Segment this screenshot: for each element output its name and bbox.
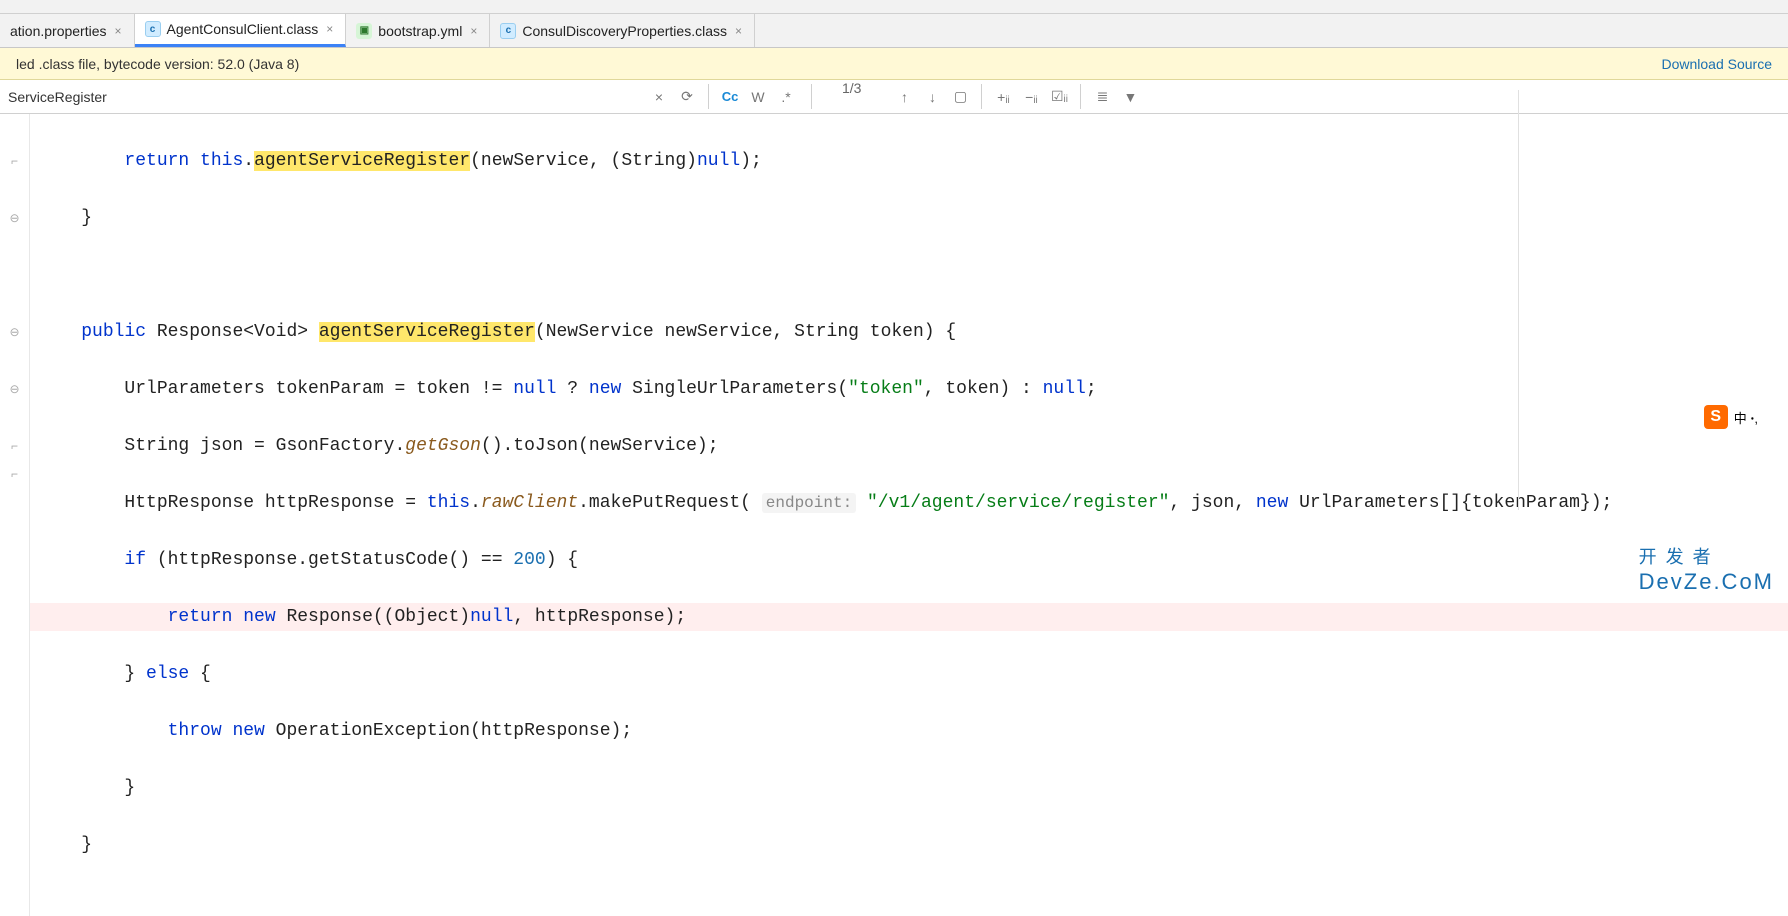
ime-indicator[interactable]: S 中 ꞏ, bbox=[1704, 405, 1758, 429]
remove-selection-icon[interactable]: −ᵢᵢ bbox=[1018, 84, 1044, 110]
class-file-icon: c bbox=[500, 23, 516, 39]
close-icon[interactable]: × bbox=[468, 24, 479, 38]
tab-label: bootstrap.yml bbox=[378, 23, 462, 39]
class-file-icon: c bbox=[145, 21, 161, 37]
regex-button[interactable]: .* bbox=[773, 84, 799, 110]
download-source-link[interactable]: Download Source bbox=[1661, 56, 1772, 72]
find-bar: × ⟳ Cc W .* 1/3 ↑ ↓ ▢ +ᵢᵢ −ᵢᵢ ☑ᵢᵢ ≣ ▼ bbox=[0, 80, 1788, 114]
fold-icon[interactable]: ⊖ bbox=[0, 375, 29, 404]
divider bbox=[811, 84, 812, 109]
next-match-icon[interactable]: ↓ bbox=[919, 84, 945, 110]
match-count: 1/3 bbox=[818, 80, 885, 113]
watermark: 开 发 者 DevZe.CoM bbox=[1639, 543, 1774, 595]
breadcrumb-strip bbox=[0, 0, 1788, 14]
fold-icon[interactable] bbox=[0, 118, 29, 147]
fold-end-icon[interactable]: ⌐ bbox=[0, 147, 29, 176]
select-occurrences-icon[interactable]: ☑ᵢᵢ bbox=[1046, 84, 1072, 110]
code-area[interactable]: return this.agentServiceRegister(newServ… bbox=[30, 114, 1788, 916]
close-icon[interactable]: × bbox=[733, 24, 744, 38]
ime-text: 中 ꞏ, bbox=[1734, 408, 1758, 427]
sogou-icon: S bbox=[1704, 405, 1728, 429]
tab-label: ation.properties bbox=[10, 23, 107, 39]
yml-file-icon: ▣ bbox=[356, 23, 372, 39]
filter-icon[interactable]: ▼ bbox=[1117, 84, 1143, 110]
gutter: ⌐ ⊖ ⊖ ⊖ ⌐ ⌐ bbox=[0, 114, 30, 916]
add-selection-icon[interactable]: +ᵢᵢ bbox=[990, 84, 1016, 110]
tab-label: ConsulDiscoveryProperties.class bbox=[522, 23, 727, 39]
clear-search-icon[interactable]: × bbox=[646, 84, 672, 110]
decompiled-banner: led .class file, bytecode version: 52.0 … bbox=[0, 48, 1788, 80]
editor: ⌐ ⊖ ⊖ ⊖ ⌐ ⌐ return this.agentServiceRegi… bbox=[0, 114, 1788, 916]
settings-icon[interactable]: ≣ bbox=[1089, 84, 1115, 110]
divider bbox=[981, 84, 982, 109]
banner-text: led .class file, bytecode version: 52.0 … bbox=[16, 56, 299, 72]
match-case-button[interactable]: Cc bbox=[717, 84, 743, 110]
whole-word-button[interactable]: W bbox=[745, 84, 771, 110]
fold-icon[interactable]: ⊖ bbox=[0, 318, 29, 347]
search-input[interactable] bbox=[0, 80, 640, 113]
fold-icon[interactable]: ⊖ bbox=[0, 204, 29, 233]
tab-agent-consul-client[interactable]: c AgentConsulClient.class × bbox=[135, 14, 347, 47]
pin-icon[interactable]: ⟳ bbox=[674, 84, 700, 110]
tab-consul-discovery-properties[interactable]: c ConsulDiscoveryProperties.class × bbox=[490, 14, 755, 47]
close-icon[interactable]: × bbox=[324, 22, 335, 36]
prev-match-icon[interactable]: ↑ bbox=[891, 84, 917, 110]
fold-end-icon[interactable]: ⌐ bbox=[0, 432, 29, 461]
divider bbox=[708, 84, 709, 109]
fold-end-icon[interactable]: ⌐ bbox=[0, 460, 29, 489]
tab-properties[interactable]: ation.properties × bbox=[0, 14, 135, 47]
editor-tab-bar: ation.properties × c AgentConsulClient.c… bbox=[0, 14, 1788, 48]
select-all-icon[interactable]: ▢ bbox=[947, 84, 973, 110]
divider bbox=[1080, 84, 1081, 109]
tab-label: AgentConsulClient.class bbox=[167, 21, 319, 37]
close-icon[interactable]: × bbox=[113, 24, 124, 38]
tab-bootstrap-yml[interactable]: ▣ bootstrap.yml × bbox=[346, 14, 490, 47]
